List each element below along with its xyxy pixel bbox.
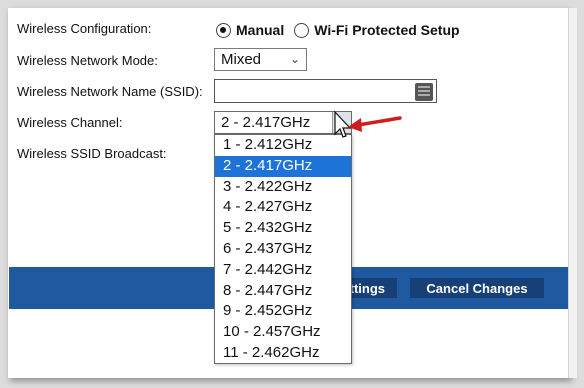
mouse-pointer-icon (334, 110, 352, 138)
wireless-channel-select[interactable]: 2 - 2.417GHz (214, 111, 352, 134)
network-mode-select[interactable]: Mixed ⌄ (214, 48, 307, 71)
wireless-channel-label: Wireless Channel: (17, 115, 123, 130)
configuration-radio-group: Manual Wi-Fi Protected Setup (216, 20, 470, 40)
channel-option[interactable]: 7 - 2.442GHz (215, 260, 351, 281)
wps-radio[interactable] (294, 22, 310, 38)
channel-option[interactable]: 3 - 2.422GHz (215, 177, 351, 198)
cancel-changes-button[interactable]: Cancel Changes (410, 278, 544, 298)
channel-option[interactable]: 5 - 2.432GHz (215, 218, 351, 239)
manual-radio-label[interactable]: Manual (236, 22, 284, 38)
ssid-label: Wireless Network Name (SSID): (17, 84, 203, 99)
save-settings-label: ttings (349, 280, 385, 296)
password-manager-icon[interactable] (415, 83, 433, 101)
ssid-input[interactable] (214, 79, 437, 103)
wireless-channel-value: 2 - 2.417GHz (221, 114, 311, 131)
channel-option[interactable]: 8 - 2.447GHz (215, 281, 351, 302)
channel-option[interactable]: 6 - 2.437GHz (215, 239, 351, 260)
manual-radio[interactable] (216, 22, 231, 38)
scrollbar[interactable] (568, 8, 577, 378)
channel-option[interactable]: 11 - 2.462GHz (215, 343, 351, 364)
chevron-down-icon: ⌄ (289, 52, 300, 66)
wireless-network-mode-label: Wireless Network Mode: (17, 53, 158, 68)
wps-radio-label[interactable]: Wi-Fi Protected Setup (314, 22, 459, 38)
channel-option[interactable]: 4 - 2.427GHz (215, 197, 351, 218)
channel-dropdown-list: 1 - 2.412GHz 2 - 2.417GHz 3 - 2.422GHz 4 - … (214, 134, 352, 364)
red-arrow-icon (348, 116, 402, 132)
cancel-changes-label: Cancel Changes (426, 280, 528, 296)
annotation-overlay (334, 110, 402, 138)
wireless-configuration-label: Wireless Configuration: (17, 21, 152, 36)
channel-option[interactable]: 10 - 2.457GHz (215, 322, 351, 343)
channel-option[interactable]: 1 - 2.412GHz (215, 135, 351, 156)
ssid-broadcast-label: Wireless SSID Broadcast: (17, 146, 167, 161)
channel-option[interactable]: 9 - 2.452GHz (215, 301, 351, 322)
network-mode-value: Mixed (221, 51, 262, 68)
channel-option[interactable]: 2 - 2.417GHz (215, 155, 351, 177)
